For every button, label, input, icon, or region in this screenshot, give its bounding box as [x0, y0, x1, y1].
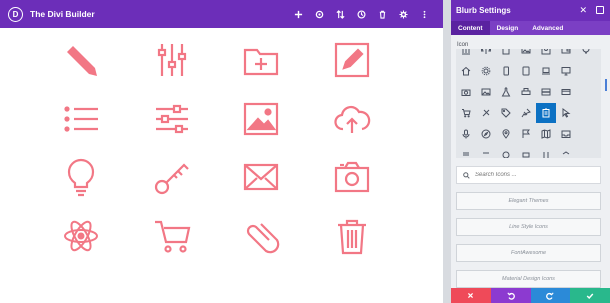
cloud-upload-icon	[330, 97, 374, 141]
undo-button[interactable]	[490, 288, 531, 303]
pointer-icon[interactable]	[556, 103, 576, 123]
calculator-icon[interactable]	[496, 49, 516, 60]
pin-icon[interactable]	[516, 103, 536, 123]
clipboard-icon[interactable]	[536, 103, 556, 123]
more-icon[interactable]	[414, 10, 435, 19]
home-icon[interactable]	[456, 61, 476, 81]
builder-top-bar: D The Divi Builder	[0, 0, 443, 28]
icon-field-label: Icon	[457, 42, 469, 48]
partial-row-icon-a[interactable]	[456, 145, 476, 158]
divi-builder-canvas: D The Divi Builder	[0, 0, 443, 303]
font-set-line-style-icons[interactable]: Line Style Icons	[456, 218, 601, 236]
pill-icon[interactable]	[476, 103, 496, 123]
photo-camera-icon[interactable]	[456, 82, 476, 102]
photo-icon[interactable]	[476, 82, 496, 102]
gallery-icon[interactable]	[516, 49, 536, 60]
sliders-horizontal-icon	[150, 97, 194, 141]
tab-design[interactable]: Design	[490, 21, 526, 35]
list-icon	[59, 97, 103, 141]
close-icon	[468, 292, 474, 299]
trash-can-icon	[330, 214, 374, 258]
history-icon[interactable]	[351, 9, 372, 19]
printer-icon[interactable]	[516, 82, 536, 102]
envelope-icon	[239, 155, 283, 199]
close-icon[interactable]: ✕	[579, 5, 587, 16]
save-button[interactable]	[570, 288, 610, 303]
scale-icon[interactable]	[476, 49, 496, 60]
flask-icon[interactable]	[496, 82, 516, 102]
partial-row-icon-f[interactable]	[556, 145, 576, 158]
bulb-icon[interactable]	[576, 49, 596, 60]
icon-grid-scrollbar-track[interactable]	[604, 49, 608, 158]
microphone-icon[interactable]	[456, 124, 476, 144]
monitor-icon[interactable]	[556, 61, 576, 81]
icon-search-input[interactable]	[475, 172, 595, 178]
folder-add-icon	[239, 38, 283, 82]
image-icon	[239, 97, 283, 141]
compass-icon[interactable]	[476, 124, 496, 144]
credit-card-icon[interactable]	[556, 82, 576, 102]
edit-square-icon	[330, 38, 374, 82]
font-set-fontawesome[interactable]: FontAwesome	[456, 244, 601, 262]
panel-body: Icon Search Icons ... Elegant Themes Lin…	[451, 35, 610, 288]
key-icon	[150, 155, 194, 199]
icon-picker-grid[interactable]	[456, 49, 601, 158]
tag-icon[interactable]	[496, 103, 516, 123]
phone-icon[interactable]	[496, 61, 516, 81]
cart-icon	[150, 214, 194, 258]
panel-tabs: Content Design Advanced	[451, 21, 610, 35]
tab-content[interactable]: Content	[451, 21, 490, 35]
bank-icon[interactable]	[456, 49, 476, 60]
location-pin-icon[interactable]	[496, 124, 516, 144]
settings-panel: Blurb Settings ✕ Content Design Advanced…	[451, 0, 610, 303]
gear-icon[interactable]	[393, 9, 414, 19]
lightbulb-icon	[59, 155, 103, 199]
partial-row-icon-d[interactable]	[516, 145, 536, 158]
discard-button[interactable]	[451, 288, 491, 303]
redo-button[interactable]	[530, 288, 571, 303]
pencil-icon	[59, 38, 103, 82]
search-icon	[463, 171, 470, 179]
inbox-icon[interactable]	[556, 124, 576, 144]
laptop-icon[interactable]	[536, 61, 556, 81]
wallet-icon[interactable]	[556, 49, 576, 60]
server-icon[interactable]	[536, 82, 556, 102]
tablet-icon[interactable]	[516, 61, 536, 81]
flag-icon[interactable]	[516, 124, 536, 144]
checkmark-icon	[586, 293, 594, 299]
partial-row-icon-c[interactable]	[496, 145, 516, 158]
trash-icon[interactable]	[372, 10, 393, 19]
paperclip-icon	[239, 214, 283, 258]
partial-row-icon-e[interactable]	[536, 145, 556, 158]
contacts-icon[interactable]	[536, 49, 556, 60]
panel-footer	[451, 288, 610, 303]
sliders-vertical-icon	[150, 38, 194, 82]
shopping-cart-icon[interactable]	[456, 103, 476, 123]
redo-icon	[546, 291, 555, 300]
icon-grid-scrollbar-thumb[interactable]	[605, 79, 607, 91]
app-title: The Divi Builder	[30, 9, 95, 19]
panel-header: Blurb Settings ✕	[451, 0, 610, 21]
undo-icon	[506, 291, 515, 300]
add-icon[interactable]	[288, 10, 309, 19]
sort-icon[interactable]	[330, 9, 351, 19]
portability-icon[interactable]	[309, 10, 330, 19]
atom-icon	[59, 214, 103, 258]
tab-advanced[interactable]: Advanced	[525, 21, 570, 35]
panel-title: Blurb Settings	[456, 6, 511, 15]
panel-divider	[443, 0, 451, 303]
map-icon[interactable]	[536, 124, 556, 144]
settings-icon[interactable]	[476, 61, 496, 81]
icon-search-box[interactable]	[456, 166, 601, 184]
font-set-material-design-icons[interactable]: Material Design Icons	[456, 270, 601, 288]
partial-row-icon-b[interactable]	[476, 145, 496, 158]
camera-icon	[330, 155, 374, 199]
builder-toolbar	[288, 0, 435, 28]
divi-logo: D	[8, 6, 23, 22]
font-set-elegant-themes[interactable]: Elegant Themes	[456, 192, 601, 210]
expand-icon[interactable]	[596, 6, 604, 14]
